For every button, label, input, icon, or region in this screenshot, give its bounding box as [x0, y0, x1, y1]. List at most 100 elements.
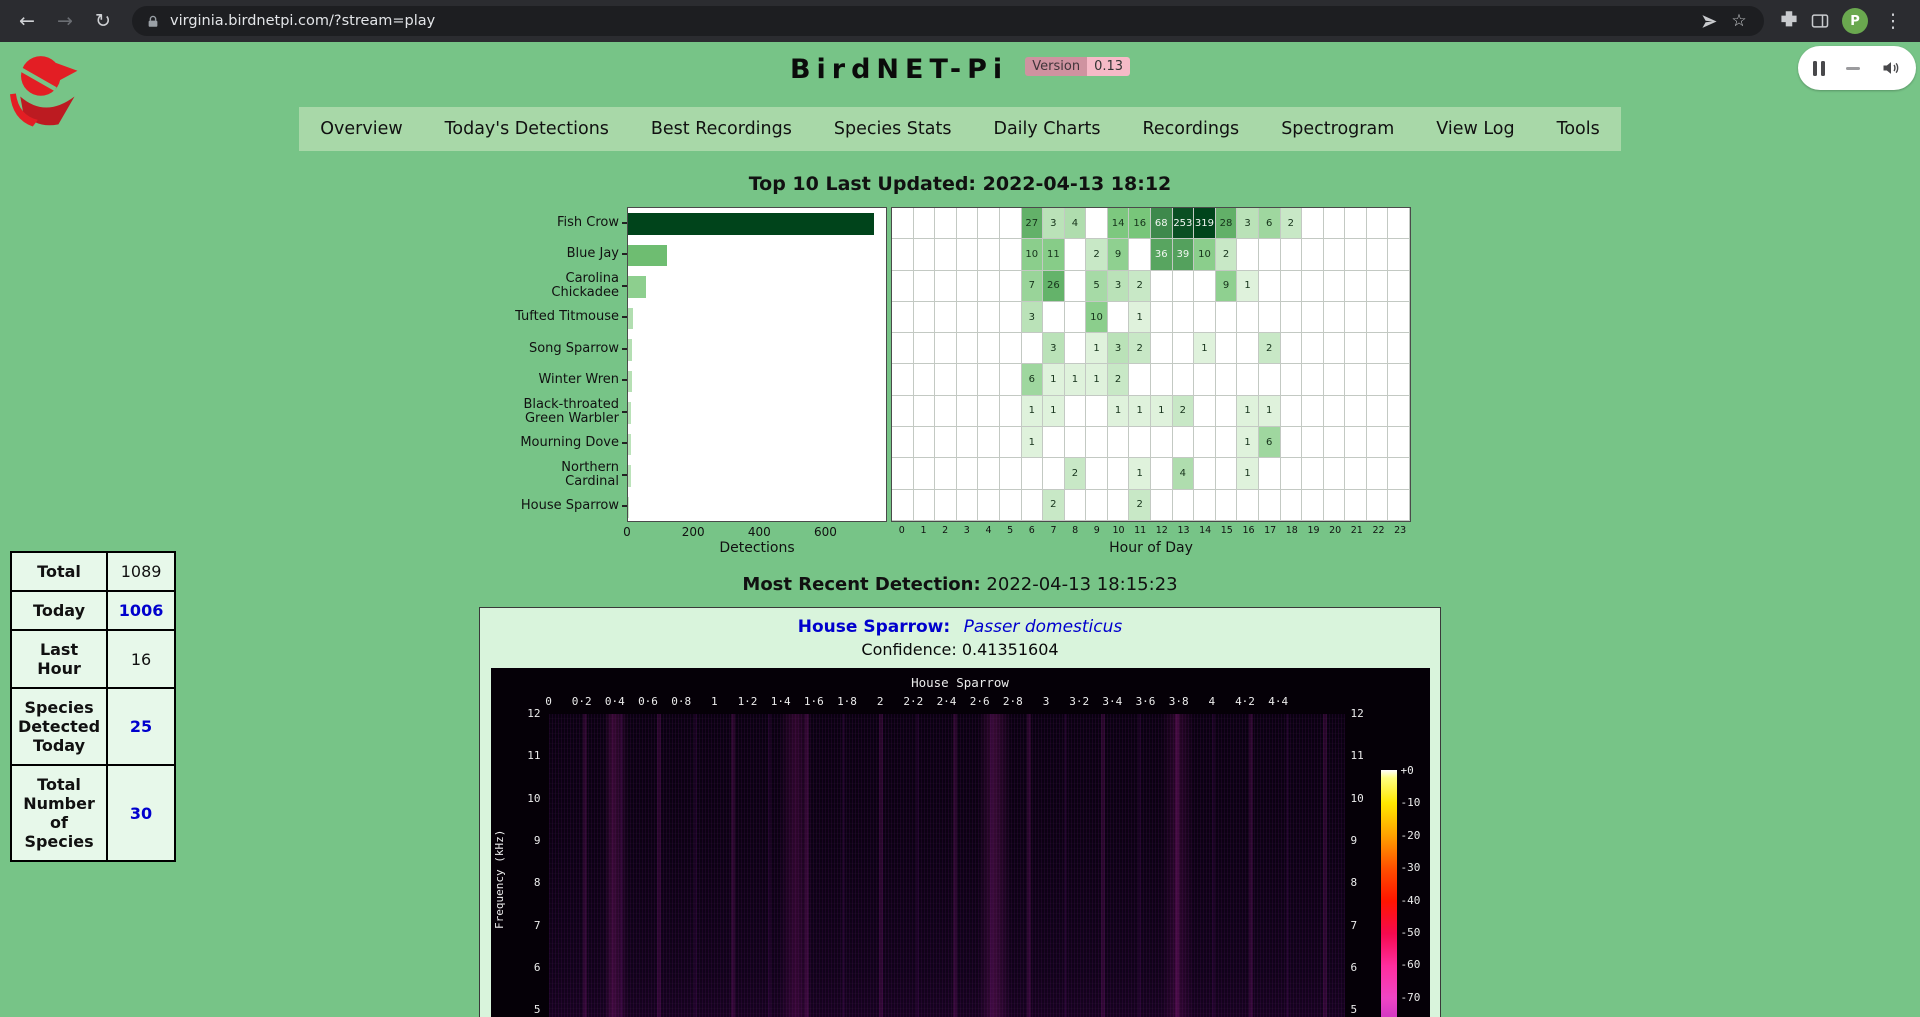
nav-item-today-s-detections[interactable]: Today's Detections: [424, 119, 630, 139]
stats-label: Total Number of Species: [11, 765, 107, 861]
heatmap-cell: [1259, 271, 1281, 302]
heatmap-cell: 1: [1237, 427, 1259, 458]
nav-item-daily-charts[interactable]: Daily Charts: [972, 119, 1121, 139]
heatmap-cell: [1086, 208, 1108, 239]
species-label: Black-throated Green Warbler: [509, 396, 627, 428]
heatmap-cell: [1194, 458, 1216, 489]
bookmark-star-icon[interactable]: ☆: [1728, 10, 1750, 32]
hour-tick-label: 19: [1303, 525, 1325, 538]
heatmap-cell: [892, 333, 914, 364]
heatmap-cell: [1302, 396, 1324, 427]
heatmap-cell: 3: [1108, 271, 1130, 302]
heatmap-cell: 253: [1173, 208, 1195, 239]
heatmap-cell: 319: [1194, 208, 1216, 239]
forward-icon[interactable]: →: [48, 4, 82, 38]
nav-item-tools[interactable]: Tools: [1536, 119, 1621, 139]
heatmap-cell: [1259, 490, 1281, 521]
heatmap-cell: [957, 302, 979, 333]
sidebar-icon[interactable]: [1810, 11, 1830, 31]
heatmap-cell: 6: [1022, 364, 1044, 395]
species-name: House Sparrow: [521, 499, 619, 513]
nav-item-species-stats[interactable]: Species Stats: [813, 119, 973, 139]
detection-panel: House Sparrow: Passer domesticus Confide…: [479, 607, 1441, 1017]
heatmap-cell: [1216, 427, 1238, 458]
hour-tick-label: 1: [913, 525, 935, 538]
heatmap-cell: [935, 271, 957, 302]
heatmap-cell: [1302, 302, 1324, 333]
spec-ytick: 7: [1351, 919, 1358, 932]
heatmap-cell: [892, 458, 914, 489]
heatmap-cell: [1000, 271, 1022, 302]
heatmap-cell: [1367, 427, 1389, 458]
stats-value[interactable]: 30: [107, 765, 175, 861]
heatmap-cell: [1388, 427, 1410, 458]
heatmap-cell: [935, 490, 957, 521]
heatmap-cell: [914, 364, 936, 395]
heatmap-cell: [1281, 239, 1303, 270]
detection-scientific-name[interactable]: Passer domesticus: [964, 617, 1123, 637]
back-icon[interactable]: ←: [10, 4, 44, 38]
spec-ytick: 6: [534, 961, 541, 974]
stats-row: Total Number of Species30: [11, 765, 175, 861]
url-text: virginia.birdnetpi.com/?stream=play: [170, 13, 435, 29]
heatmap-cell: [1324, 271, 1346, 302]
spec-xtick: 1·2: [738, 695, 758, 708]
heatmap-cell: [1216, 396, 1238, 427]
species-name: Northern Cardinal: [509, 461, 619, 488]
hour-tick-label: 11: [1129, 525, 1151, 538]
heatmap-cell: [1302, 208, 1324, 239]
nav-item-recordings[interactable]: Recordings: [1122, 119, 1261, 139]
nav-item-view-log[interactable]: View Log: [1415, 119, 1535, 139]
heatmap-cell: 3: [1043, 208, 1065, 239]
spec-cbar-tick: -30: [1401, 861, 1421, 874]
nav-item-best-recordings[interactable]: Best Recordings: [630, 119, 813, 139]
seek-slider[interactable]: [1846, 67, 1860, 70]
menu-icon[interactable]: ⋮: [1876, 4, 1910, 38]
reload-icon[interactable]: ↻: [86, 4, 120, 38]
send-icon[interactable]: [1701, 13, 1718, 30]
detection-bar: [628, 371, 632, 393]
spec-ytick: 10: [527, 792, 540, 805]
heatmap-cell: 39: [1173, 239, 1195, 270]
heatmap-cell: 1: [1151, 396, 1173, 427]
nav-item-overview[interactable]: Overview: [299, 119, 423, 139]
heatmap-cell: [1259, 458, 1281, 489]
heatmap-cell: [1216, 490, 1238, 521]
heatmap-cell: [1324, 396, 1346, 427]
heatmap-cell: [1388, 239, 1410, 270]
profile-avatar[interactable]: P: [1842, 8, 1868, 34]
bar-axis-tick-label: 0: [623, 525, 631, 539]
spec-xtick: 0: [545, 695, 552, 708]
main-nav: OverviewToday's DetectionsBest Recording…: [0, 107, 1920, 151]
address-bar[interactable]: virginia.birdnetpi.com/?stream=play ☆: [132, 6, 1764, 36]
extensions-icon[interactable]: [1776, 4, 1802, 38]
nav-item-spectrogram[interactable]: Spectrogram: [1260, 119, 1415, 139]
detection-bar: [628, 245, 667, 267]
heatmap-cell: 16: [1129, 208, 1151, 239]
heatmap-cell: [1151, 458, 1173, 489]
heatmap-cell: [1194, 364, 1216, 395]
heatmap-cell: [1173, 302, 1195, 333]
heatmap-cell: [1065, 396, 1087, 427]
spec-xtick: 1·6: [804, 695, 824, 708]
stats-value[interactable]: 25: [107, 688, 175, 765]
spec-xtick: 2·8: [1003, 695, 1023, 708]
detection-species-link[interactable]: House Sparrow:: [798, 617, 950, 637]
heatmap-cell: [1324, 364, 1346, 395]
heatmap-cell: [1065, 271, 1087, 302]
heatmap-cell: [1108, 490, 1130, 521]
stats-value[interactable]: 1006: [107, 591, 175, 630]
stats-row: Last Hour16: [11, 630, 175, 688]
spec-ytick: 6: [1351, 961, 1358, 974]
heatmap-cell: [935, 364, 957, 395]
volume-icon[interactable]: [1881, 58, 1901, 78]
bar-axis-label: Detections: [627, 538, 887, 556]
pause-button[interactable]: [1813, 61, 1825, 76]
heatmap-cell: [1345, 364, 1367, 395]
detection-bar: [628, 497, 629, 519]
bar-axis-tick-label: 600: [814, 525, 837, 539]
spec-ytick: 12: [1351, 707, 1364, 720]
heatmap-cell: [957, 239, 979, 270]
heatmap-cell: 10: [1022, 239, 1044, 270]
most-recent-detection: Most Recent Detection: 2022-04-13 18:15:…: [0, 574, 1920, 595]
